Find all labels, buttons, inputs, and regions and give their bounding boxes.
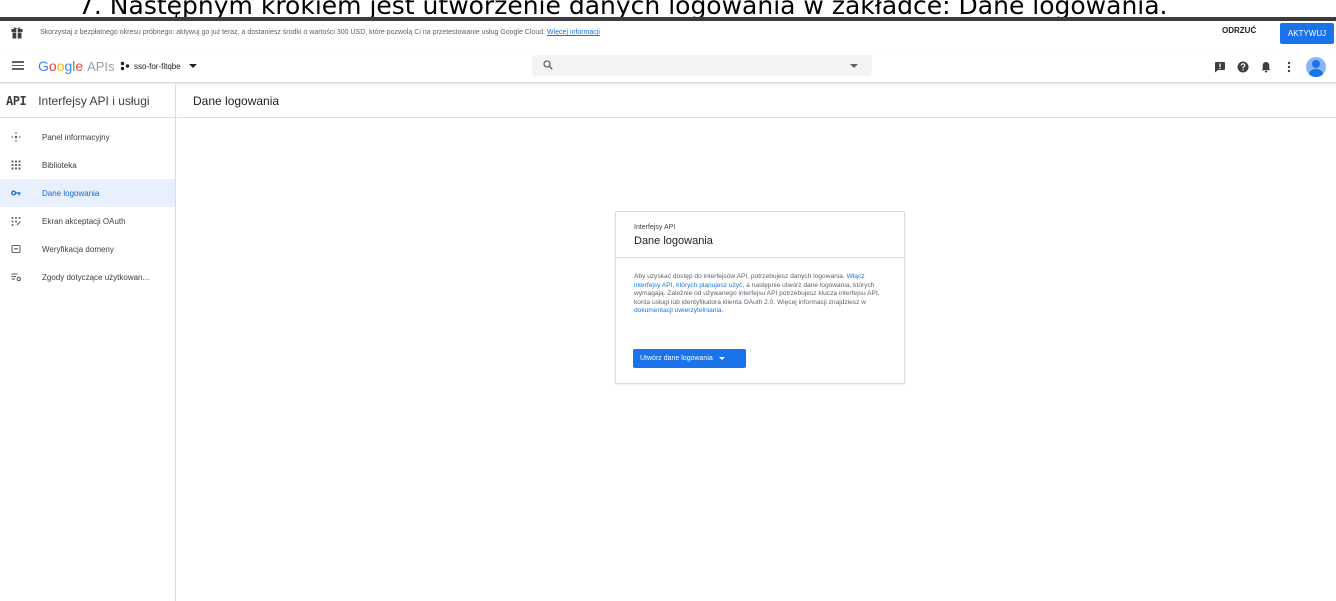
chevron-down-icon bbox=[188, 64, 197, 68]
sidebar-item-user-consents[interactable]: Zgody dotyczące użytkowan... bbox=[0, 263, 175, 291]
sidebar-item-dashboard[interactable]: Panel informacyjny bbox=[0, 123, 175, 151]
sidebar-item-credentials[interactable]: Dane logowania bbox=[0, 179, 175, 207]
document-caption-text: 7. Następnym krokiem jest utworzenie dan… bbox=[78, 0, 1168, 17]
google-apis-logo[interactable]: Google APIs bbox=[38, 58, 115, 74]
sidebar: API Interfejsy API i usługi Panel inform… bbox=[0, 84, 176, 601]
sidebar-header: API Interfejsy API i usługi bbox=[0, 84, 175, 118]
dismiss-button[interactable]: ODRZUĆ bbox=[1222, 26, 1256, 35]
card-divider bbox=[616, 257, 904, 258]
library-icon bbox=[11, 160, 21, 170]
account-avatar[interactable] bbox=[1306, 57, 1326, 77]
apis-wordmark: APIs bbox=[87, 59, 115, 74]
api-badge-icon: API bbox=[6, 93, 27, 108]
page-title: Dane logowania bbox=[193, 94, 280, 108]
settings-list-icon bbox=[11, 273, 21, 282]
card-description: Aby uzyskać dostęp do interfejsów API, p… bbox=[634, 273, 880, 315]
sidebar-item-label: Weryfikacja domeny bbox=[42, 245, 114, 254]
document-caption: 7. Następnym krokiem jest utworzenie dan… bbox=[0, 0, 1336, 17]
sidebar-nav: Panel informacyjny Biblioteka Dane logow… bbox=[0, 123, 175, 291]
sidebar-item-label: Dane logowania bbox=[42, 189, 100, 198]
sidebar-item-library[interactable]: Biblioteka bbox=[0, 151, 175, 179]
menu-icon[interactable] bbox=[12, 61, 24, 70]
notifications-icon[interactable] bbox=[1260, 61, 1272, 73]
key-icon bbox=[11, 190, 21, 196]
search-bar[interactable] bbox=[532, 55, 872, 76]
card-title: Dane logowania bbox=[634, 235, 713, 247]
top-app-bar: Google APIs sso-for-fitqbe bbox=[0, 49, 1336, 83]
sidebar-item-label: Biblioteka bbox=[42, 161, 77, 170]
project-selector[interactable]: sso-for-fitqbe bbox=[120, 61, 197, 71]
create-credentials-button[interactable]: Utwórz dane logowania bbox=[633, 349, 746, 368]
search-icon bbox=[543, 60, 553, 70]
search-dropdown-icon[interactable] bbox=[850, 64, 858, 68]
sidebar-item-label: Zgody dotyczące użytkowan... bbox=[42, 273, 150, 282]
project-name: sso-for-fitqbe bbox=[134, 61, 181, 71]
sidebar-item-label: Panel informacyjny bbox=[42, 133, 110, 142]
trial-promo-banner: Skorzystaj z bezpłatnego okresu próbnego… bbox=[0, 21, 1336, 45]
activate-button[interactable]: AKTYWUJ bbox=[1280, 23, 1334, 44]
create-credentials-label: Utwórz dane logowania bbox=[640, 355, 713, 362]
feedback-icon[interactable] bbox=[1214, 61, 1226, 73]
sidebar-item-label: Ekran akceptacji OAuth bbox=[42, 217, 126, 226]
promo-message: Skorzystaj z bezpłatnego okresu próbnego… bbox=[40, 29, 600, 36]
chevron-down-icon bbox=[718, 357, 725, 360]
oauth-consent-icon bbox=[11, 217, 21, 226]
help-icon[interactable] bbox=[1237, 61, 1249, 73]
credentials-empty-card: Interfejsy API Dane logowania Aby uzyska… bbox=[615, 211, 905, 384]
promo-message-text: Skorzystaj z bezpłatnego okresu próbnego… bbox=[40, 29, 546, 36]
gift-icon bbox=[11, 27, 23, 39]
more-vert-icon[interactable] bbox=[1283, 61, 1295, 73]
content-header: Dane logowania bbox=[177, 84, 1336, 118]
domain-icon bbox=[11, 244, 21, 254]
project-icon bbox=[120, 61, 130, 71]
learn-more-link[interactable]: Więcej informacji bbox=[547, 29, 600, 36]
sidebar-title: Interfejsy API i usługi bbox=[38, 93, 150, 108]
card-category: Interfejsy API bbox=[634, 224, 676, 231]
auth-docs-link[interactable]: dokumentacji uwierzytelniania bbox=[634, 307, 722, 314]
sidebar-item-oauth-consent[interactable]: Ekran akceptacji OAuth bbox=[0, 207, 175, 235]
top-actions bbox=[1214, 57, 1326, 77]
sidebar-item-domain-verification[interactable]: Weryfikacja domeny bbox=[0, 235, 175, 263]
dashboard-icon bbox=[11, 132, 21, 142]
